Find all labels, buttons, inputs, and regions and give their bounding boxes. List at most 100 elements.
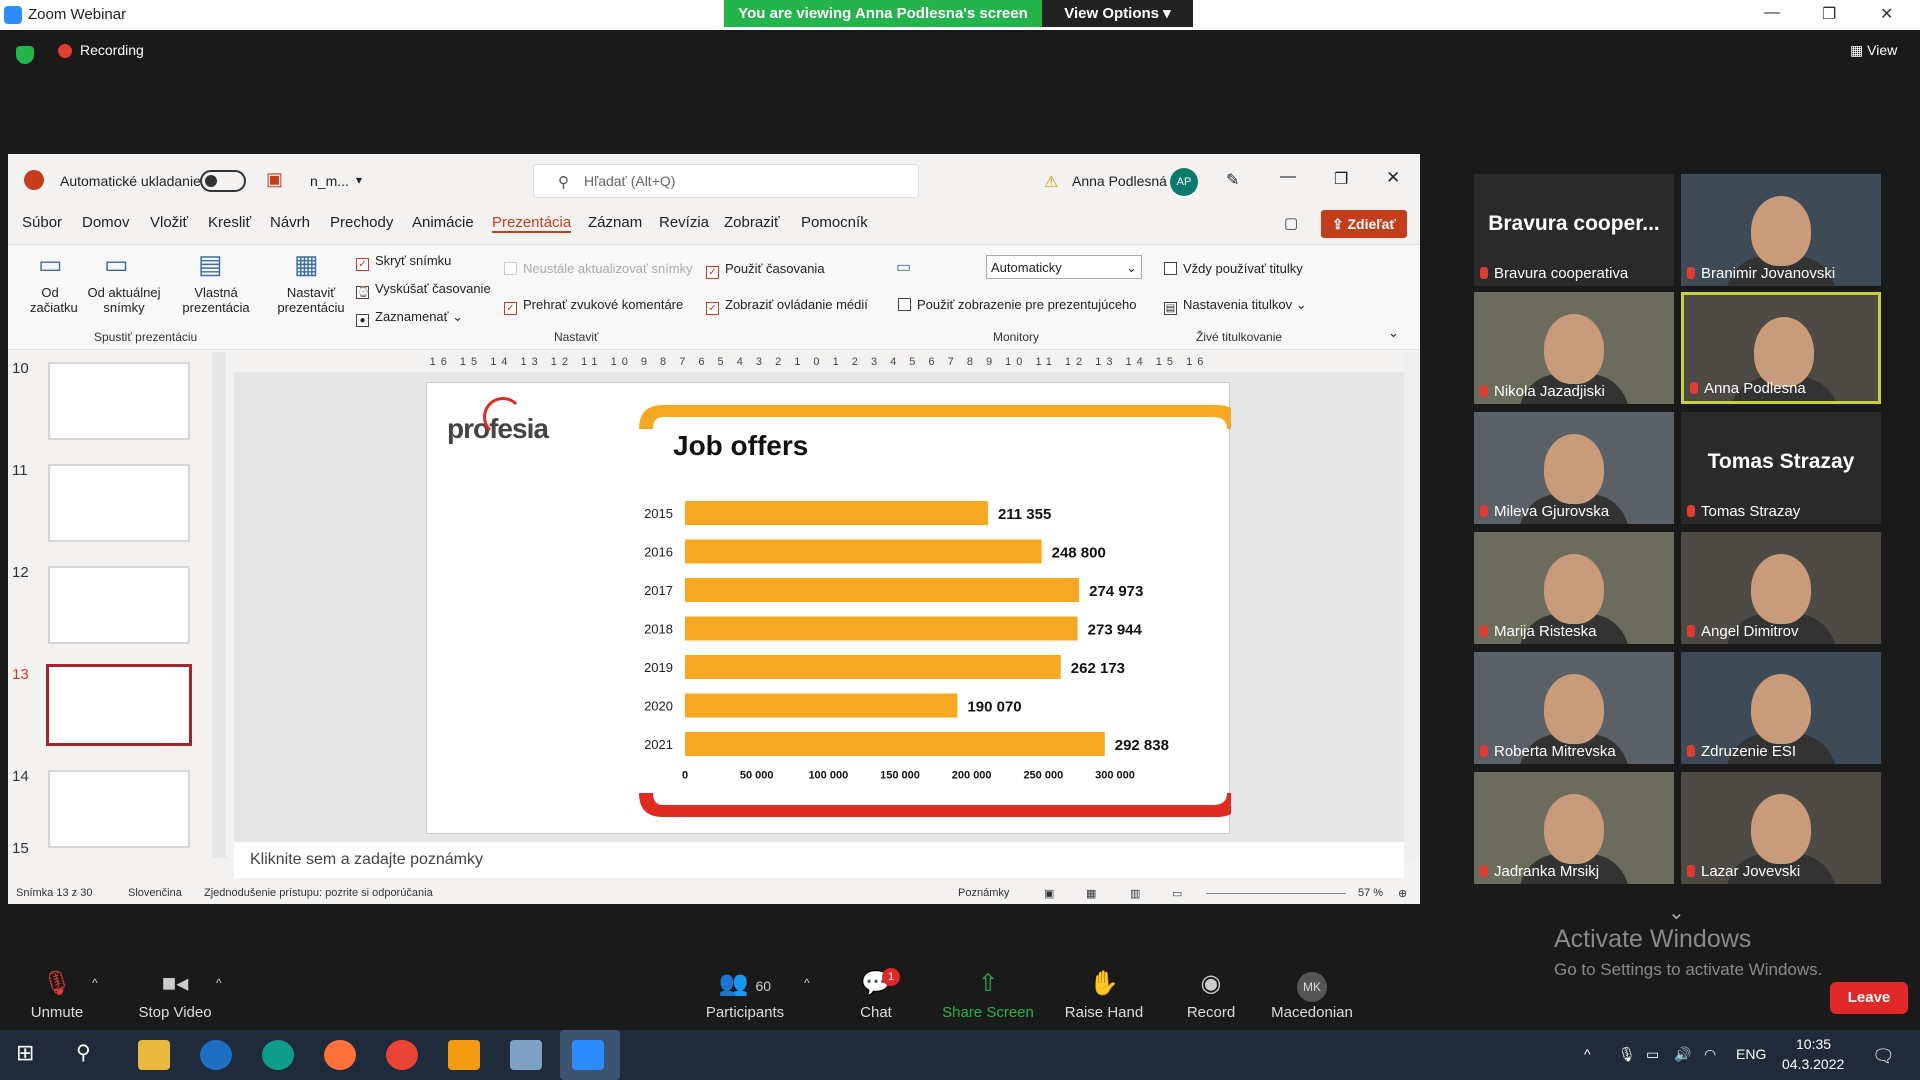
unmute-button[interactable]: 🎙 Unmute (24, 970, 90, 1026)
tab-domov[interactable]: Domov (82, 214, 130, 231)
paint-icon[interactable] (510, 1040, 542, 1070)
participant-tile[interactable]: Branimir Jovanovski (1681, 174, 1881, 286)
setup-show-button[interactable]: Nastaviť prezentáciu (276, 285, 346, 315)
stop-video-button[interactable]: ■◂ Stop Video (134, 970, 216, 1026)
slide-thumbnail-12[interactable] (48, 566, 190, 644)
keyboard-lang[interactable]: ENG (1736, 1046, 1766, 1062)
ppt-close-icon[interactable]: ✕ (1386, 168, 1400, 188)
tray-mic-icon[interactable]: 🎙 (1618, 1046, 1636, 1063)
slide-thumbnail-14[interactable] (48, 770, 190, 848)
audio-options-icon[interactable]: ^ (92, 976, 98, 990)
hide-slide-button[interactable]: ✓ Skryť snímku (356, 253, 451, 271)
zoom-level[interactable]: 57 % (1358, 887, 1383, 899)
participant-tile[interactable]: Zdruzenie ESI (1681, 652, 1881, 764)
save-icon[interactable]: ▣ (266, 169, 283, 190)
notes-toggle[interactable]: Poznámky (958, 887, 1009, 899)
gallery-expand-icon[interactable]: ⌄ (1668, 900, 1685, 925)
participant-tile[interactable]: Nikola Jazadjiski (1474, 292, 1674, 404)
presenter-view-checkbox[interactable]: Použiť zobrazenie pre prezentujúceho (898, 297, 1137, 312)
tab-revizia[interactable]: Revízia (659, 214, 709, 231)
participant-tile[interactable]: Tomas Strazay Tomas Strazay (1681, 412, 1881, 524)
notes-input[interactable]: Kliknite sem a zadajte poznámky (234, 842, 1404, 878)
participant-tile[interactable]: Angel Dimitrov (1681, 532, 1881, 644)
view-button[interactable]: ▦ View (1850, 42, 1897, 59)
interpretation-language-button[interactable]: MK Macedonian (1268, 970, 1356, 1026)
canvas-scrollbar[interactable] (1404, 352, 1420, 858)
minimize-icon[interactable]: — (1764, 4, 1780, 22)
battery-icon[interactable]: ▭ (1646, 1046, 1659, 1063)
tab-zaznam[interactable]: Záznam (588, 214, 642, 231)
participant-tile[interactable]: Anna Podlesna (1681, 292, 1881, 404)
participant-tile[interactable]: Mileva Gjurovska (1474, 412, 1674, 524)
normal-view-icon[interactable]: ▣ (1044, 887, 1054, 900)
clock-time[interactable]: 10:35 (1796, 1036, 1831, 1052)
security-shield-icon[interactable] (16, 46, 34, 64)
record-meeting-button[interactable]: ◉ Record (1184, 970, 1238, 1026)
reading-view-icon[interactable]: ▥ (1130, 887, 1140, 900)
participant-tile[interactable]: Jadranka Mrsikj (1474, 772, 1674, 884)
tab-prechody[interactable]: Prechody (330, 214, 393, 231)
notifications-icon[interactable]: 🗨 (1872, 1046, 1895, 1067)
tab-subor[interactable]: Súbor (22, 214, 62, 231)
zoom-slider[interactable] (1206, 893, 1346, 894)
subtitle-settings-button[interactable]: ▤ Nastavenia titulkov ⌄ (1164, 297, 1307, 315)
wifi-icon[interactable]: ◠ (1704, 1046, 1716, 1063)
narrations-checkbox[interactable]: ✓ Prehrať zvukové komentáre (504, 297, 683, 315)
participants-options-icon[interactable]: ^ (804, 976, 810, 990)
filename-dropdown-icon[interactable]: ▾ (356, 173, 362, 187)
collapse-ribbon-icon[interactable]: ⌄ (1388, 325, 1399, 341)
participant-tile[interactable]: Roberta Mitrevska (1474, 652, 1674, 764)
ppt-minimize-icon[interactable]: — (1280, 168, 1296, 186)
view-options-button[interactable]: View Options ▾ (1042, 0, 1193, 27)
close-icon[interactable]: ✕ (1880, 4, 1893, 24)
record-button[interactable]: ● Zaznamenať ⌄ (356, 309, 463, 327)
participant-tile[interactable]: Marija Risteska (1474, 532, 1674, 644)
filename[interactable]: n_m... (310, 173, 349, 189)
edge-icon[interactable] (262, 1040, 294, 1070)
monitor-select[interactable]: Automaticky ⌄ (986, 255, 1142, 279)
raise-hand-button[interactable]: ✋ Raise Hand (1064, 970, 1144, 1026)
tab-zobrazit[interactable]: Zobraziť (724, 214, 780, 231)
chrome-icon[interactable] (386, 1040, 418, 1070)
participant-tile[interactable]: Bravura cooper... Bravura cooperativa (1474, 174, 1674, 286)
leave-button[interactable]: Leave (1830, 982, 1908, 1014)
share-screen-button[interactable]: ⇧ Share Screen (942, 970, 1034, 1026)
participant-tile[interactable]: Lazar Jovevski (1681, 772, 1881, 884)
autosave-toggle[interactable] (200, 170, 246, 192)
slide-thumbnail-11[interactable] (48, 464, 190, 542)
custom-show-button[interactable]: Vlastná prezentácia (176, 285, 256, 315)
comments-icon[interactable]: ▢ (1284, 214, 1298, 232)
volume-icon[interactable]: 🔊 (1674, 1046, 1691, 1063)
search-taskbar-icon[interactable]: ⚲ (76, 1040, 108, 1070)
timings-checkbox[interactable]: ✓ Použiť časovania (706, 261, 825, 279)
media-controls-checkbox[interactable]: ✓ Zobraziť ovládanie médií (706, 297, 868, 315)
firefox-icon[interactable] (324, 1040, 356, 1070)
tab-animacie[interactable]: Animácie (412, 214, 474, 231)
restore-icon[interactable]: ❐ (1822, 4, 1836, 24)
user-name[interactable]: Anna Podlesná (1072, 173, 1167, 189)
tray-chevron-icon[interactable]: ^ (1584, 1046, 1591, 1062)
share-button[interactable]: ⇪ Zdieľať (1321, 210, 1407, 238)
slide-thumbnail-13[interactable] (46, 664, 192, 746)
from-start-button[interactable]: Od začiatku (30, 285, 78, 315)
always-subtitles-checkbox[interactable]: Vždy používať titulky (1164, 261, 1303, 276)
pen-icon[interactable]: ✎ (1226, 170, 1239, 190)
internet-explorer-icon[interactable] (200, 1040, 232, 1070)
zoom-taskbar-icon[interactable] (572, 1040, 604, 1070)
recording-indicator[interactable]: Recording (58, 42, 144, 59)
clock-date[interactable]: 04.3.2022 (1782, 1056, 1844, 1072)
slideshow-icon[interactable]: ▭ (1172, 887, 1182, 900)
tab-prezentacia[interactable]: Prezentácia (492, 214, 572, 233)
ppt-search-input[interactable]: Hľadať (Alt+Q) (533, 164, 919, 198)
participants-button[interactable]: 👥 60 Participants (702, 970, 788, 1026)
fit-slide-icon[interactable]: ⊕ (1398, 887, 1407, 900)
rehearse-button[interactable]: ⌚ Vyskúšať časovanie (356, 281, 491, 299)
accessibility-status[interactable]: Zjednodušenie prístupu: pozrite si odpor… (204, 887, 433, 899)
tab-pomocnik[interactable]: Pomocník (801, 214, 868, 231)
tab-navrh[interactable]: Návrh (270, 214, 310, 231)
tab-vlozit[interactable]: Vložiť (150, 214, 188, 231)
keep-updated-checkbox[interactable]: Neustále aktualizovať snímky (504, 261, 693, 276)
video-options-icon[interactable]: ^ (216, 976, 222, 990)
slide-thumbnail-10[interactable] (48, 362, 190, 440)
slide-sorter-icon[interactable]: ▦ (1086, 887, 1096, 900)
